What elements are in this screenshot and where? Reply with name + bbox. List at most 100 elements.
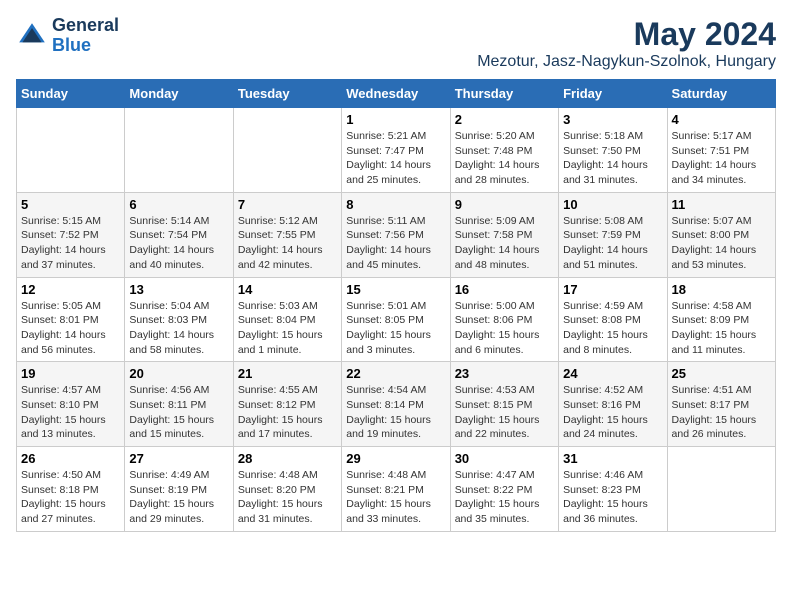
calendar-cell — [667, 447, 775, 532]
day-detail: Sunrise: 5:14 AM Sunset: 7:54 PM Dayligh… — [129, 214, 228, 273]
col-header-tuesday: Tuesday — [233, 80, 341, 108]
day-detail: Sunrise: 4:47 AM Sunset: 8:22 PM Dayligh… — [455, 468, 554, 527]
week-row-1: 5 Sunrise: 5:15 AM Sunset: 7:52 PM Daylig… — [17, 192, 776, 277]
day-number: 8 — [346, 197, 445, 212]
calendar-cell: 3Sunrise: 5:18 AM Sunset: 7:50 PM Daylig… — [559, 108, 667, 193]
calendar-cell: 18 Sunrise: 4:58 AM Sunset: 8:09 PM Dayli… — [667, 277, 775, 362]
day-number: 27 — [129, 451, 228, 466]
day-detail: Sunrise: 5:03 AM Sunset: 8:04 PM Dayligh… — [238, 299, 337, 358]
calendar-cell: 21 Sunrise: 4:55 AM Sunset: 8:12 PM Dayli… — [233, 362, 341, 447]
main-title: May 2024 — [477, 16, 776, 53]
calendar-cell: 24Sunrise: 4:52 AM Sunset: 8:16 PM Dayli… — [559, 362, 667, 447]
day-number: 7 — [238, 197, 337, 212]
day-detail: Sunrise: 5:04 AM Sunset: 8:03 PM Dayligh… — [129, 299, 228, 358]
calendar-cell: 14 Sunrise: 5:03 AM Sunset: 8:04 PM Dayli… — [233, 277, 341, 362]
day-detail: Sunrise: 5:00 AM Sunset: 8:06 PM Dayligh… — [455, 299, 554, 358]
day-number: 18 — [672, 282, 771, 297]
header: General Blue May 2024 Mezotur, Jasz-Nagy… — [16, 16, 776, 71]
calendar-cell — [125, 108, 233, 193]
day-number: 29 — [346, 451, 445, 466]
calendar-cell: 29 Sunrise: 4:48 AM Sunset: 8:21 PM Dayli… — [342, 447, 450, 532]
col-header-sunday: Sunday — [17, 80, 125, 108]
logo: General Blue — [16, 16, 119, 56]
calendar-cell: 15Sunrise: 5:01 AM Sunset: 8:05 PM Dayli… — [342, 277, 450, 362]
day-detail: Sunrise: 4:56 AM Sunset: 8:11 PM Dayligh… — [129, 383, 228, 442]
day-number: 10 — [563, 197, 662, 212]
calendar-cell: 7Sunrise: 5:12 AM Sunset: 7:55 PM Daylig… — [233, 192, 341, 277]
calendar-cell: 31Sunrise: 4:46 AM Sunset: 8:23 PM Dayli… — [559, 447, 667, 532]
calendar-cell: 2 Sunrise: 5:20 AM Sunset: 7:48 PM Daylig… — [450, 108, 558, 193]
title-block: May 2024 Mezotur, Jasz-Nagykun-Szolnok, … — [477, 16, 776, 71]
day-number: 15 — [346, 282, 445, 297]
day-number: 2 — [455, 112, 554, 127]
col-header-saturday: Saturday — [667, 80, 775, 108]
day-number: 22 — [346, 366, 445, 381]
calendar-cell: 9 Sunrise: 5:09 AM Sunset: 7:58 PM Daylig… — [450, 192, 558, 277]
week-row-3: 19 Sunrise: 4:57 AM Sunset: 8:10 PM Dayli… — [17, 362, 776, 447]
col-header-wednesday: Wednesday — [342, 80, 450, 108]
day-number: 4 — [672, 112, 771, 127]
day-detail: Sunrise: 4:57 AM Sunset: 8:10 PM Dayligh… — [21, 383, 120, 442]
subtitle: Mezotur, Jasz-Nagykun-Szolnok, Hungary — [477, 53, 776, 71]
calendar-cell: 1Sunrise: 5:21 AM Sunset: 7:47 PM Daylig… — [342, 108, 450, 193]
day-detail: Sunrise: 4:55 AM Sunset: 8:12 PM Dayligh… — [238, 383, 337, 442]
day-number: 21 — [238, 366, 337, 381]
col-header-thursday: Thursday — [450, 80, 558, 108]
day-number: 14 — [238, 282, 337, 297]
day-detail: Sunrise: 4:50 AM Sunset: 8:18 PM Dayligh… — [21, 468, 120, 527]
calendar-cell — [233, 108, 341, 193]
calendar-cell: 6 Sunrise: 5:14 AM Sunset: 7:54 PM Daylig… — [125, 192, 233, 277]
day-detail: Sunrise: 4:52 AM Sunset: 8:16 PM Dayligh… — [563, 383, 662, 442]
day-number: 20 — [129, 366, 228, 381]
day-detail: Sunrise: 5:21 AM Sunset: 7:47 PM Dayligh… — [346, 129, 445, 188]
calendar-cell: 16 Sunrise: 5:00 AM Sunset: 8:06 PM Dayli… — [450, 277, 558, 362]
col-header-monday: Monday — [125, 80, 233, 108]
day-detail: Sunrise: 5:08 AM Sunset: 7:59 PM Dayligh… — [563, 214, 662, 273]
day-detail: Sunrise: 5:15 AM Sunset: 7:52 PM Dayligh… — [21, 214, 120, 273]
logo-text: General Blue — [52, 16, 119, 56]
calendar-cell: 10 Sunrise: 5:08 AM Sunset: 7:59 PM Dayli… — [559, 192, 667, 277]
day-detail: Sunrise: 4:48 AM Sunset: 8:21 PM Dayligh… — [346, 468, 445, 527]
day-detail: Sunrise: 5:17 AM Sunset: 7:51 PM Dayligh… — [672, 129, 771, 188]
day-detail: Sunrise: 5:05 AM Sunset: 8:01 PM Dayligh… — [21, 299, 120, 358]
calendar-table: SundayMondayTuesdayWednesdayThursdayFrid… — [16, 79, 776, 532]
day-number: 26 — [21, 451, 120, 466]
day-number: 11 — [672, 197, 771, 212]
day-detail: Sunrise: 4:51 AM Sunset: 8:17 PM Dayligh… — [672, 383, 771, 442]
day-number: 13 — [129, 282, 228, 297]
header-row: SundayMondayTuesdayWednesdayThursdayFrid… — [17, 80, 776, 108]
calendar-cell: 11 Sunrise: 5:07 AM Sunset: 8:00 PM Dayli… — [667, 192, 775, 277]
day-number: 17 — [563, 282, 662, 297]
day-detail: Sunrise: 5:20 AM Sunset: 7:48 PM Dayligh… — [455, 129, 554, 188]
day-number: 19 — [21, 366, 120, 381]
day-number: 6 — [129, 197, 228, 212]
day-detail: Sunrise: 4:54 AM Sunset: 8:14 PM Dayligh… — [346, 383, 445, 442]
calendar-cell: 19 Sunrise: 4:57 AM Sunset: 8:10 PM Dayli… — [17, 362, 125, 447]
day-detail: Sunrise: 4:48 AM Sunset: 8:20 PM Dayligh… — [238, 468, 337, 527]
col-header-friday: Friday — [559, 80, 667, 108]
day-number: 12 — [21, 282, 120, 297]
calendar-cell: 4 Sunrise: 5:17 AM Sunset: 7:51 PM Daylig… — [667, 108, 775, 193]
day-detail: Sunrise: 4:53 AM Sunset: 8:15 PM Dayligh… — [455, 383, 554, 442]
calendar-cell: 30 Sunrise: 4:47 AM Sunset: 8:22 PM Dayli… — [450, 447, 558, 532]
calendar-cell — [17, 108, 125, 193]
day-detail: Sunrise: 5:07 AM Sunset: 8:00 PM Dayligh… — [672, 214, 771, 273]
day-detail: Sunrise: 4:58 AM Sunset: 8:09 PM Dayligh… — [672, 299, 771, 358]
day-detail: Sunrise: 4:49 AM Sunset: 8:19 PM Dayligh… — [129, 468, 228, 527]
day-detail: Sunrise: 5:18 AM Sunset: 7:50 PM Dayligh… — [563, 129, 662, 188]
day-number: 5 — [21, 197, 120, 212]
day-number: 25 — [672, 366, 771, 381]
day-number: 28 — [238, 451, 337, 466]
calendar-cell: 12 Sunrise: 5:05 AM Sunset: 8:01 PM Dayli… — [17, 277, 125, 362]
day-number: 23 — [455, 366, 554, 381]
calendar-cell: 23 Sunrise: 4:53 AM Sunset: 8:15 PM Dayli… — [450, 362, 558, 447]
calendar-cell: 27 Sunrise: 4:49 AM Sunset: 8:19 PM Dayli… — [125, 447, 233, 532]
day-number: 16 — [455, 282, 554, 297]
week-row-0: 1Sunrise: 5:21 AM Sunset: 7:47 PM Daylig… — [17, 108, 776, 193]
day-number: 30 — [455, 451, 554, 466]
day-detail: Sunrise: 5:09 AM Sunset: 7:58 PM Dayligh… — [455, 214, 554, 273]
day-number: 9 — [455, 197, 554, 212]
calendar-cell: 28 Sunrise: 4:48 AM Sunset: 8:20 PM Dayli… — [233, 447, 341, 532]
day-number: 31 — [563, 451, 662, 466]
calendar-cell: 26 Sunrise: 4:50 AM Sunset: 8:18 PM Dayli… — [17, 447, 125, 532]
